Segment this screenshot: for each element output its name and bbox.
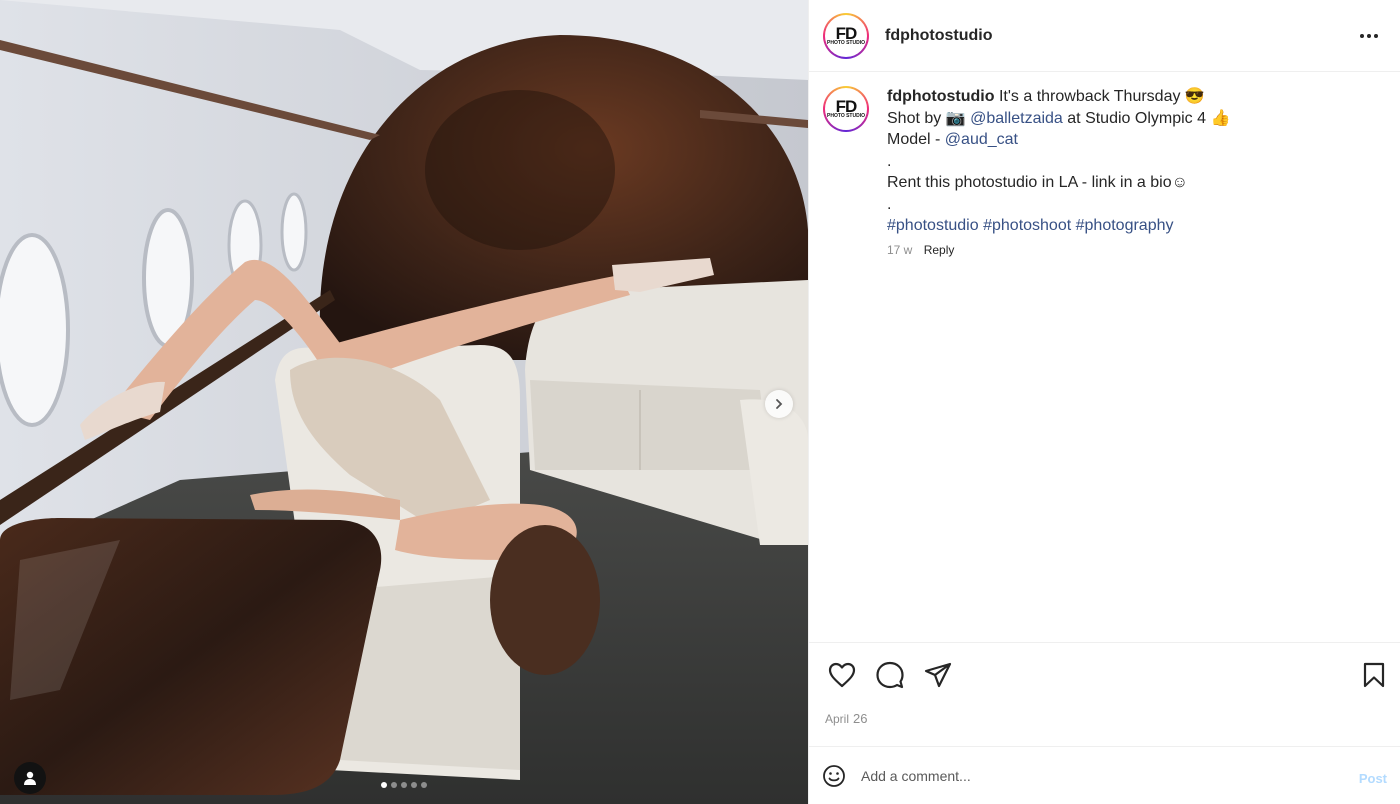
carousel-indicator [0, 782, 808, 788]
carousel-dot [381, 782, 387, 788]
chevron-right-icon [776, 399, 783, 409]
caption-line-3-prefix: Model - [887, 131, 945, 148]
avatar-logo-subtext: PHOTO STUDIO [827, 113, 865, 119]
post-photo [0, 0, 808, 804]
send-icon [924, 662, 952, 688]
more-horizontal-icon [1360, 34, 1364, 38]
carousel-dot [391, 782, 397, 788]
mention-link-aud-cat[interactable]: @aud_cat [945, 131, 1018, 148]
heart-icon [828, 662, 856, 688]
carousel-dot [401, 782, 407, 788]
like-button[interactable] [827, 660, 857, 690]
emoji-button[interactable] [821, 763, 847, 789]
comment-icon [876, 661, 904, 689]
share-button[interactable] [923, 660, 953, 690]
caption: FD PHOTO STUDIO fdphotostudio It's a thr… [823, 86, 1383, 257]
post-date-day: 26 [853, 711, 868, 726]
mention-link-balletzaida[interactable]: @balletzaida [970, 110, 1063, 127]
carousel-dot [421, 782, 427, 788]
bookmark-icon [1363, 662, 1385, 688]
caption-avatar[interactable]: FD PHOTO STUDIO [823, 86, 869, 132]
post-comment-button[interactable]: Post [1359, 771, 1387, 786]
avatar[interactable]: FD PHOTO STUDIO [823, 12, 869, 59]
post-date[interactable]: April 26 [825, 711, 867, 726]
post-age[interactable]: 17 w [887, 243, 912, 257]
hashtag-link[interactable]: #photostudio [887, 217, 979, 234]
avatar-logo-text: FD [835, 23, 858, 43]
caption-username[interactable]: fdphotostudio [887, 88, 995, 105]
post-image[interactable] [0, 0, 808, 804]
author-username[interactable]: fdphotostudio [885, 27, 993, 45]
avatar-logo-subtext: PHOTO STUDIO [827, 39, 865, 46]
caption-line-4: Rent this photostudio in LA - link in a … [887, 174, 1188, 191]
post-details-pane: FD PHOTO STUDIO fdphotostudio FD PHOTO S… [808, 0, 1400, 804]
hashtags: #photostudio #photoshoot #photography [887, 215, 1230, 237]
hashtag-link[interactable]: #photoshoot [983, 217, 1071, 234]
smiley-icon [823, 764, 845, 787]
reply-button[interactable]: Reply [924, 243, 955, 257]
tagged-users-button[interactable] [14, 762, 46, 794]
carousel-dot [411, 782, 417, 788]
more-options-button[interactable] [1356, 24, 1382, 48]
save-button[interactable] [1359, 660, 1389, 690]
comment-bar: Post [809, 746, 1400, 804]
comment-button[interactable] [875, 660, 905, 690]
caption-line-1: It's a throwback Thursday 😎 [994, 88, 1205, 105]
comment-input[interactable] [861, 767, 1321, 784]
action-bar [809, 642, 1400, 704]
caption-separator: . [887, 195, 892, 213]
caption-separator: . [887, 152, 892, 170]
caption-line-2-prefix: Shot by 📷 [887, 109, 971, 127]
avatar-logo-text: FD [835, 97, 858, 116]
caption-line-2-suffix: at Studio Olympic 4 👍 [1062, 109, 1231, 127]
caption-text: fdphotostudio It's a throwback Thursday … [887, 86, 1230, 237]
next-image-button[interactable] [765, 390, 793, 418]
user-icon [24, 771, 36, 785]
post-header: FD PHOTO STUDIO fdphotostudio [809, 0, 1400, 72]
caption-meta: 17 w Reply [887, 243, 1230, 257]
post-date-month: April [825, 712, 850, 726]
hashtag-link[interactable]: #photography [1076, 217, 1174, 234]
